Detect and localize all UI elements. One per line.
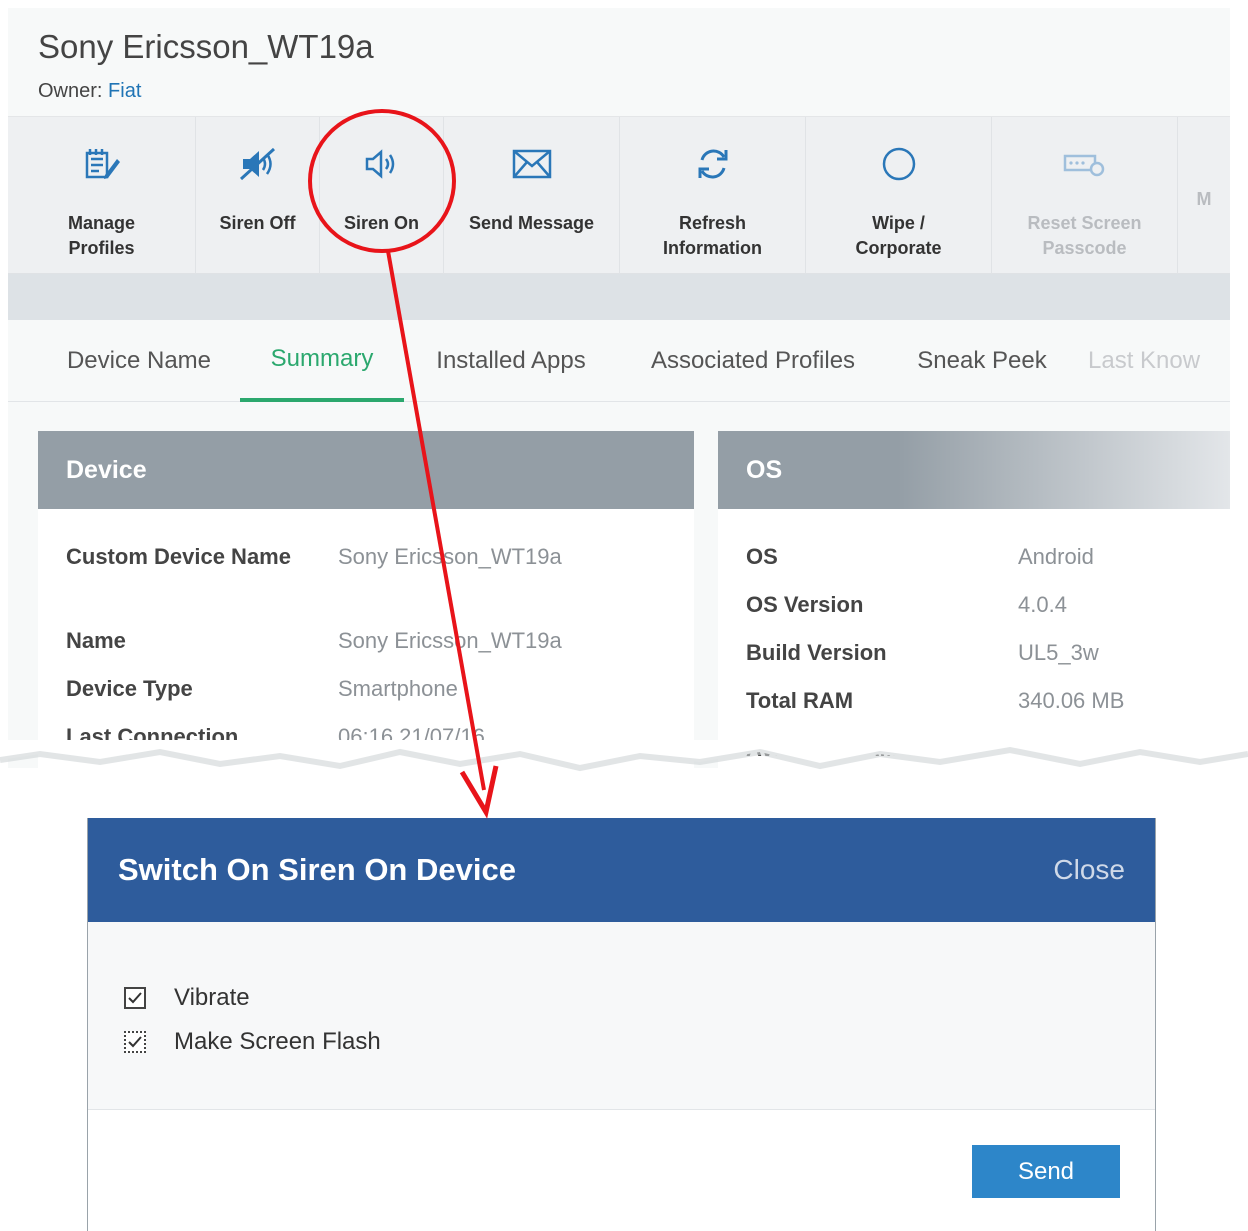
os-row-value: Android <box>1018 544 1094 569</box>
reset-screen-passcode-label: Reset Screen Passcode <box>1027 213 1142 258</box>
vibrate-checkbox[interactable] <box>124 987 146 1009</box>
dialog-title: Switch On Siren On Device <box>118 852 516 887</box>
vibrate-option[interactable]: Vibrate <box>124 984 250 1012</box>
device-details-panel: Sony Ericsson_WT19a Owner: Fiat Manage P… <box>8 8 1230 768</box>
passcode-icon <box>992 117 1177 211</box>
send-message-button[interactable]: Send Message <box>444 117 620 275</box>
speaker-on-icon <box>320 117 443 211</box>
device-card: Device Custom Device Name Sony Ericsson_… <box>38 431 694 768</box>
device-tabs: Device Name Summary Installed Apps Assoc… <box>8 320 1230 402</box>
device-row-key: Custom Device Name <box>66 544 291 569</box>
owner-link[interactable]: Fiat <box>108 80 141 102</box>
siren-on-label: Siren On <box>343 213 419 233</box>
dialog-header: Switch On Siren On Device Close <box>88 818 1155 922</box>
manage-profiles-icon <box>8 117 195 211</box>
more-actions-label: M <box>1196 189 1212 209</box>
os-row-value: 340.06 MB <box>1018 688 1125 713</box>
tab-device-name[interactable]: Device Name <box>40 320 238 402</box>
tab-last-known[interactable]: Last Know <box>1088 320 1230 402</box>
device-row-value: Sony Ericsson_WT19a <box>338 544 562 569</box>
dialog-body: Vibrate Make Screen Flash <box>88 922 1155 1110</box>
page-title: Sony Ericsson_WT19a <box>38 28 374 65</box>
send-button[interactable]: Send <box>972 1145 1120 1198</box>
manage-profiles-button[interactable]: Manage Profiles <box>8 117 196 275</box>
device-action-toolbar: Manage Profiles Siren Off Siren On Send … <box>8 116 1230 275</box>
os-row-key: Total RAM <box>746 688 854 713</box>
device-row-value: Smartphone <box>338 676 458 701</box>
siren-dialog: Switch On Siren On Device Close Vibrate … <box>87 818 1156 1231</box>
envelope-icon <box>444 117 619 211</box>
tab-installed-apps[interactable]: Installed Apps <box>412 320 610 402</box>
speaker-muted-icon <box>196 117 319 211</box>
vibrate-label: Vibrate <box>174 984 250 1011</box>
tab-associated-profiles[interactable]: Associated Profiles <box>626 320 880 402</box>
os-row-key: Build Version <box>746 640 887 665</box>
device-card-header: Device <box>38 431 694 509</box>
screen-flash-option[interactable]: Make Screen Flash <box>124 1028 381 1056</box>
os-row-value: 4.0.4 <box>1018 592 1067 617</box>
refresh-information-button[interactable]: Refresh Information <box>620 117 806 275</box>
refresh-icon <box>620 117 805 211</box>
more-actions-button[interactable]: M <box>1178 117 1230 275</box>
os-card-header: OS <box>718 431 1230 509</box>
siren-off-button[interactable]: Siren Off <box>196 117 320 275</box>
screen-flash-label: Make Screen Flash <box>174 1028 381 1055</box>
owner-label: Owner: <box>38 80 103 102</box>
refresh-information-label: Refresh Information <box>663 213 762 258</box>
siren-off-label: Siren Off <box>219 213 296 233</box>
os-row-key: OS Version <box>746 592 864 617</box>
wipe-corporate-button[interactable]: Wipe / Corporate <box>806 117 992 275</box>
tab-summary[interactable]: Summary <box>240 320 404 402</box>
os-card: OS OS Android OS Version 4.0.4 Build Ver… <box>718 431 1230 768</box>
os-row-key: OS <box>746 544 778 569</box>
wipe-corporate-label: Wipe / Corporate <box>855 213 942 258</box>
os-row-value: UL5_3w <box>1018 640 1099 665</box>
reset-screen-passcode-button[interactable]: Reset Screen Passcode <box>992 117 1178 275</box>
owner-line: Owner: Fiat <box>38 80 141 103</box>
circle-icon <box>806 117 991 211</box>
close-button[interactable]: Close <box>1053 854 1125 886</box>
device-row-key: Name <box>66 628 126 653</box>
torn-edge <box>0 740 1248 772</box>
screen-flash-checkbox[interactable] <box>124 1031 146 1053</box>
device-row-key: Device Type <box>66 676 193 701</box>
tab-sneak-peek[interactable]: Sneak Peek <box>900 320 1064 402</box>
device-row-value: Sony Ericsson_WT19a <box>338 628 562 653</box>
separator-band <box>8 274 1230 320</box>
send-message-label: Send Message <box>468 213 595 233</box>
siren-on-button[interactable]: Siren On <box>320 117 444 275</box>
manage-profiles-label: Manage Profiles <box>67 213 136 258</box>
